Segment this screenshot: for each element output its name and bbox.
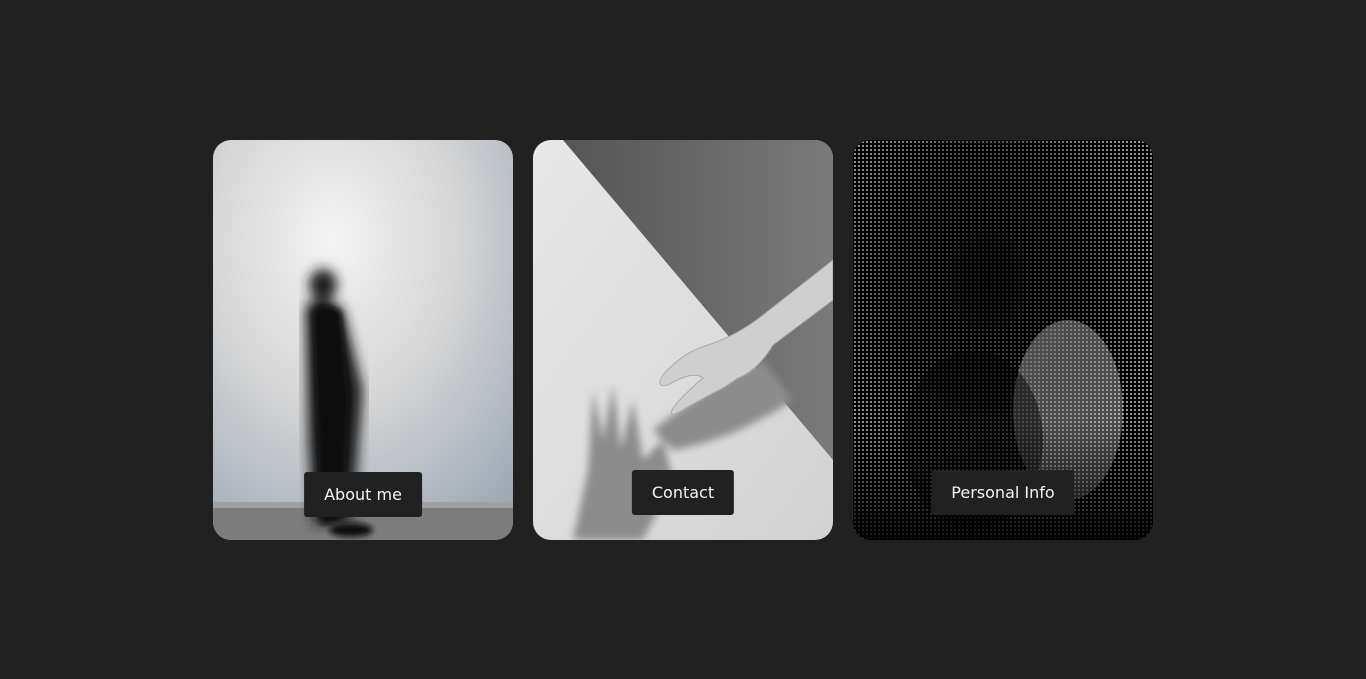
card-gallery: About me Contact Personal Info bbox=[213, 140, 1153, 540]
personal-info-button[interactable]: Personal Info bbox=[931, 470, 1075, 515]
card-personal-info[interactable]: Personal Info bbox=[853, 140, 1153, 540]
card-about-me[interactable]: About me bbox=[213, 140, 513, 540]
contact-button[interactable]: Contact bbox=[631, 470, 735, 515]
card-contact[interactable]: Contact bbox=[533, 140, 833, 540]
about-me-button[interactable]: About me bbox=[304, 472, 422, 517]
